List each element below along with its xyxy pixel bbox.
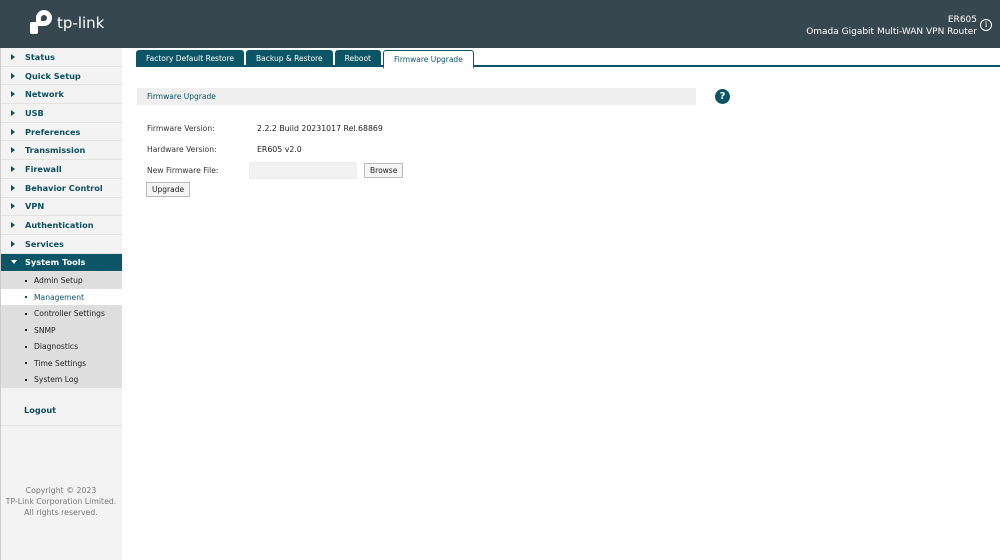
label: Diagnostics [34, 342, 79, 351]
sidebar-item-behavior-control[interactable]: Behavior Control [1, 179, 122, 198]
copyright-line: TP-Link Corporation Limited. [5, 497, 117, 506]
arrow-right-icon [11, 222, 15, 229]
firmware-file-input[interactable] [249, 162, 357, 179]
label: Firewall [25, 163, 62, 174]
sidebar-item-network[interactable]: Network [1, 85, 122, 105]
label: VPN [25, 201, 45, 212]
upgrade-button[interactable]: Upgrade [146, 182, 191, 197]
hardware-version-value: ER605 v2.0 [257, 145, 302, 154]
subitem-snmp[interactable]: SNMP [1, 321, 122, 339]
subitem-diagnostics[interactable]: Diagnostics [1, 338, 122, 355]
sidebar-item-authentication[interactable]: Authentication [1, 216, 122, 235]
sidebar-item-usb[interactable]: USB [1, 104, 122, 123]
subitem-admin-setup[interactable]: Admin Setup [1, 272, 122, 289]
model-description: Omada Gigabit Multi-WAN VPN Router [806, 27, 977, 37]
arrow-right-icon [11, 72, 15, 79]
arrow-right-icon [11, 184, 15, 191]
bullet-icon [25, 345, 27, 348]
sidebar: Status Quick Setup Network USB Preferenc… [0, 48, 122, 560]
model-name: ER605 [947, 15, 977, 25]
bullet-icon [25, 362, 27, 364]
label: Network [25, 89, 64, 100]
label: Management [34, 292, 85, 302]
section-title: Firmware Upgrade [137, 88, 696, 105]
sidebar-item-firewall[interactable]: Firewall [1, 160, 122, 179]
arrow-down-icon [11, 260, 17, 265]
device-info: ER605 Omada Gigabit Multi-WAN VPN Router [806, 14, 977, 38]
subitem-management[interactable]: Management [1, 288, 122, 306]
hardware-version-label: Hardware Version: [147, 145, 217, 154]
arrow-right-icon [11, 165, 15, 172]
arrow-right-icon [11, 53, 15, 60]
copyright-line: All rights reserved. [24, 508, 98, 517]
subitem-time-settings[interactable]: Time Settings [1, 354, 122, 372]
browse-button[interactable]: Browse [364, 163, 404, 178]
label: SNMP [34, 325, 56, 335]
tab-firmware-upgrade[interactable]: Firmware Upgrade [382, 50, 474, 69]
tab-backup-restore[interactable]: Backup & Restore [246, 50, 333, 67]
arrow-right-icon [11, 240, 15, 247]
bullet-icon [25, 378, 27, 381]
logout-link[interactable]: Logout [1, 396, 122, 426]
sidebar-item-quick-setup[interactable]: Quick Setup [1, 67, 122, 86]
tab-bar: Factory Default Restore Backup & Restore… [136, 50, 1000, 69]
label: Transmission [25, 145, 86, 156]
label: Authentication [25, 220, 94, 231]
label: Status [25, 51, 55, 62]
arrow-right-icon [11, 128, 15, 135]
firmware-version-label: Firmware Version: [147, 124, 215, 133]
sidebar-item-preferences[interactable]: Preferences [1, 123, 122, 142]
label: System Tools [25, 257, 86, 268]
label: Services [25, 238, 64, 249]
bullet-icon [25, 296, 27, 298]
logo-text: tp-link [57, 14, 105, 32]
label: Controller Settings [34, 309, 105, 318]
tab-reboot[interactable]: Reboot [334, 50, 381, 67]
label: Preferences [25, 126, 81, 137]
sidebar-item-vpn[interactable]: VPN [1, 198, 122, 217]
sidebar-item-transmission[interactable]: Transmission [1, 141, 122, 161]
label: USB [25, 107, 44, 118]
subitem-controller-settings[interactable]: Controller Settings [1, 305, 122, 322]
label: System Log [34, 375, 79, 384]
bullet-icon [25, 312, 27, 315]
sidebar-item-status[interactable]: Status [1, 48, 122, 67]
sidebar-item-system-tools[interactable]: System Tools [1, 253, 122, 273]
help-icon[interactable]: ? [715, 89, 730, 104]
info-icon[interactable]: i [980, 19, 992, 31]
subitem-system-log[interactable]: System Log [1, 371, 122, 388]
tab-factory-default-restore[interactable]: Factory Default Restore [136, 50, 245, 67]
bullet-icon [25, 329, 27, 331]
sidebar-item-services[interactable]: Services [1, 235, 122, 254]
header: tp-link ER605 Omada Gigabit Multi-WAN VP… [0, 0, 1000, 48]
arrow-right-icon [11, 109, 15, 116]
bullet-icon [25, 279, 27, 282]
tp-link-logo-icon [28, 10, 54, 36]
arrow-right-icon [11, 91, 15, 98]
arrow-right-icon [11, 147, 15, 154]
label: Behavior Control [25, 182, 103, 193]
arrow-right-icon [11, 203, 15, 210]
new-firmware-file-label: New Firmware File: [147, 166, 219, 175]
label: Admin Setup [34, 276, 83, 285]
copyright-line: Copyright © 2023 [25, 486, 97, 495]
firmware-version-value: 2.2.2 Build 20231017 Rel.68869 [257, 124, 383, 133]
copyright: Copyright © 2023 TP-Link Corporation Lim… [1, 485, 121, 518]
label: Time Settings [34, 358, 87, 368]
tp-link-logo: tp-link [28, 10, 104, 36]
label: Quick Setup [25, 70, 81, 81]
